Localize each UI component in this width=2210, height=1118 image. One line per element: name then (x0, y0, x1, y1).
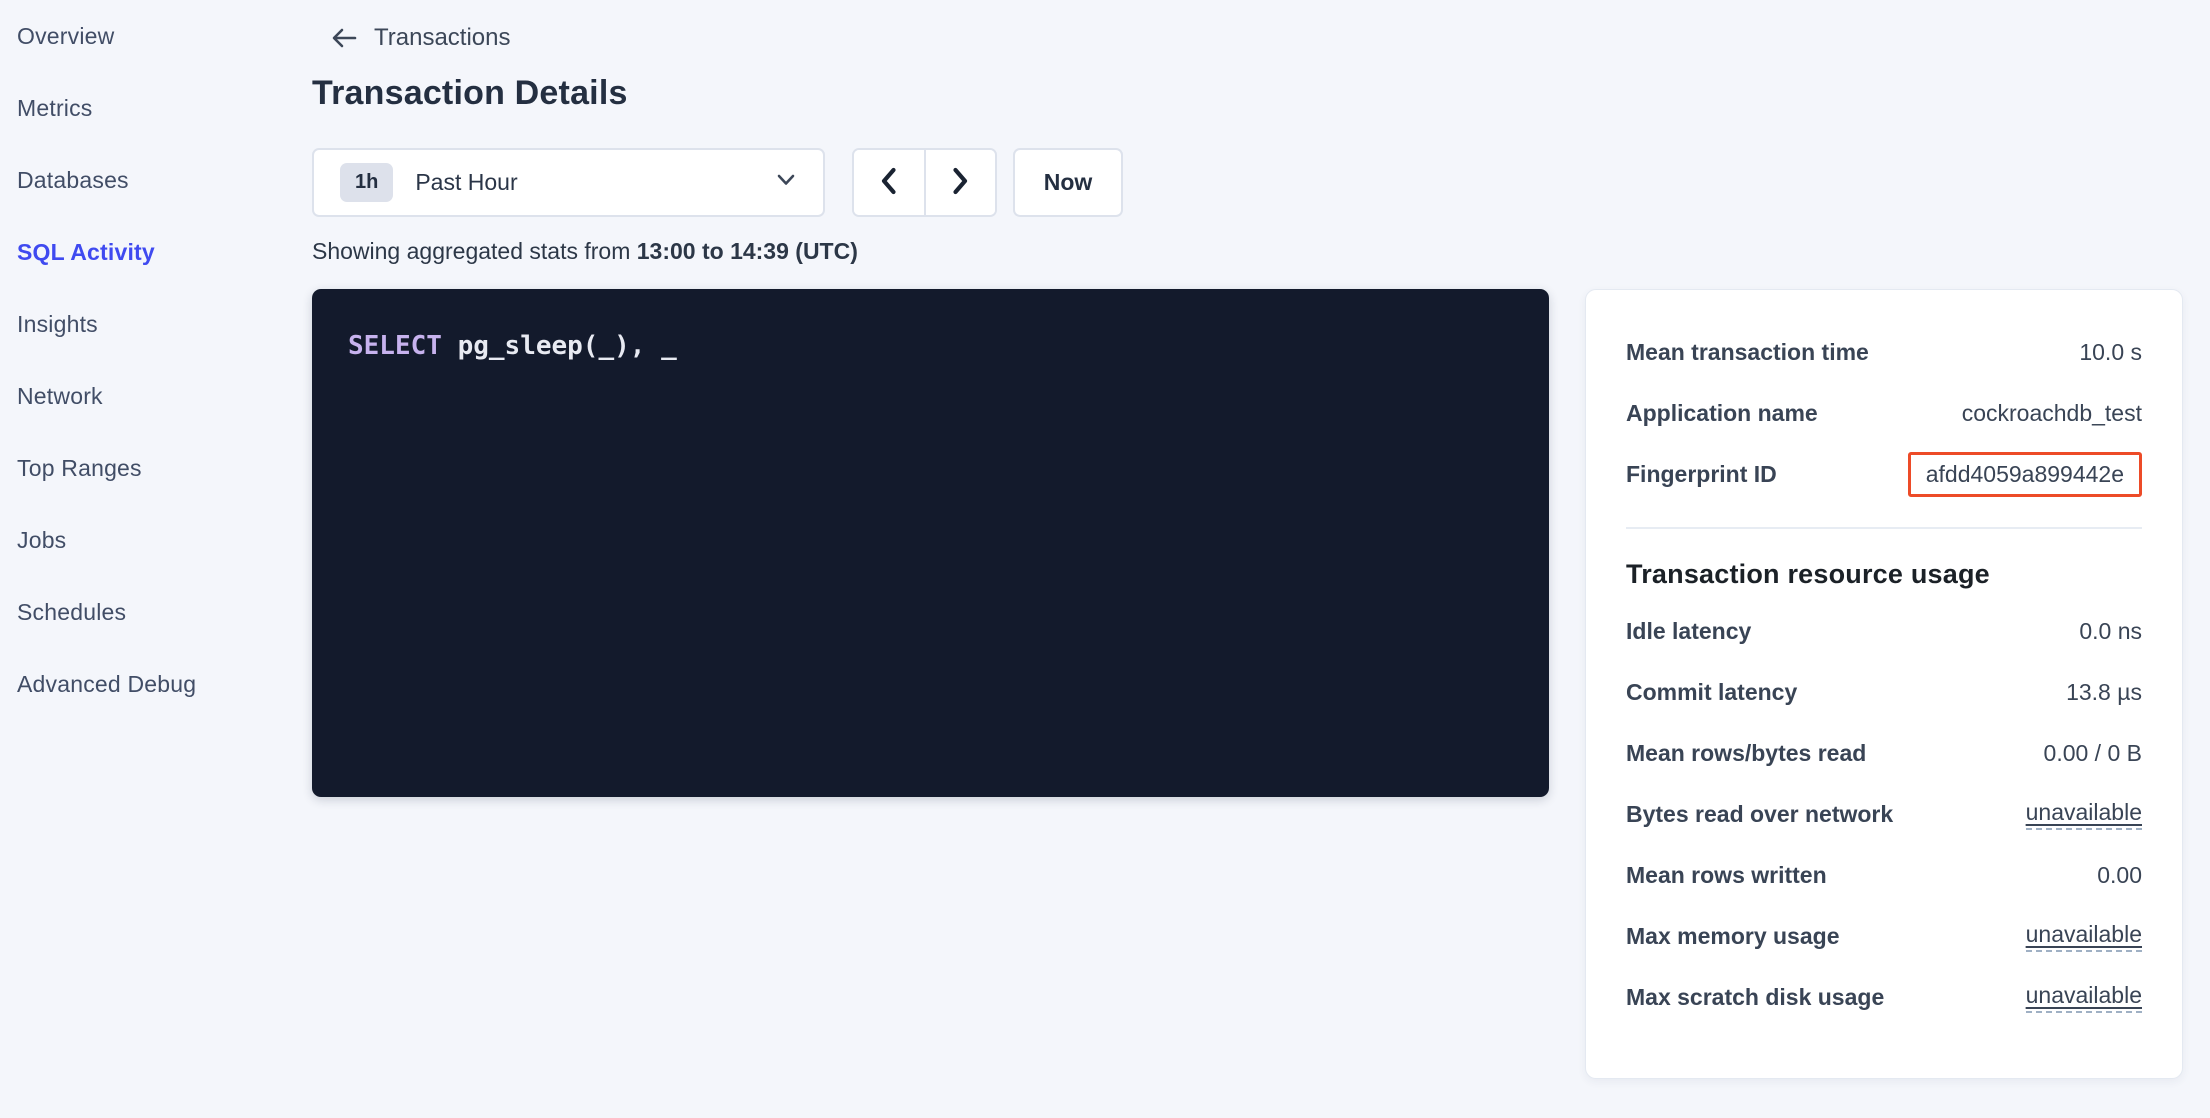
stats-line-range: 13:00 to 14:39 (UTC) (637, 238, 858, 264)
idle-latency-value: 0.0 ns (2079, 618, 2142, 645)
chevron-right-icon (948, 166, 972, 199)
application-name-value: cockroachdb_test (1962, 400, 2142, 427)
sidebar-item-schedules[interactable]: Schedules (0, 576, 300, 648)
sidebar-item-metrics[interactable]: Metrics (0, 72, 300, 144)
mean-rows-bytes-read-value: 0.00 / 0 B (2044, 740, 2142, 767)
back-arrow-icon (330, 26, 358, 50)
sidebar-item-advanced-debug[interactable]: Advanced Debug (0, 648, 300, 720)
sql-statement-box: SELECT pg_sleep(_), _ (312, 289, 1549, 797)
aggregated-stats-line: Showing aggregated stats from 13:00 to 1… (312, 238, 858, 265)
detail-label: Idle latency (1626, 618, 1751, 645)
next-interval-button[interactable] (926, 150, 996, 215)
sidebar-item-databases[interactable]: Databases (0, 144, 300, 216)
mean-transaction-time-row: Mean transaction time 10.0 s (1626, 322, 2142, 383)
chevron-left-icon (877, 166, 901, 199)
sidebar-item-insights[interactable]: Insights (0, 288, 300, 360)
commit-latency-value: 13.8 µs (2066, 679, 2142, 706)
card-divider (1626, 527, 2142, 529)
fingerprint-id-highlight: afdd4059a899442e (1908, 452, 2142, 497)
idle-latency-row: Idle latency 0.0 ns (1626, 601, 2142, 662)
now-button[interactable]: Now (1013, 148, 1123, 217)
application-name-row: Application name cockroachdb_test (1626, 383, 2142, 444)
fingerprint-id-row: Fingerprint ID afdd4059a899442e (1626, 444, 2142, 505)
time-range-label: Past Hour (415, 169, 773, 196)
page-title: Transaction Details (312, 74, 628, 113)
max-scratch-disk-usage-value[interactable]: unavailable (2026, 982, 2142, 1013)
mean-rows-bytes-read-row: Mean rows/bytes read 0.00 / 0 B (1626, 723, 2142, 784)
commit-latency-row: Commit latency 13.8 µs (1626, 662, 2142, 723)
sidebar-item-sql-activity[interactable]: SQL Activity (0, 216, 300, 288)
mean-transaction-time-value: 10.0 s (2079, 339, 2142, 366)
max-scratch-disk-usage-row: Max scratch disk usage unavailable (1626, 967, 2142, 1028)
time-range-badge: 1h (340, 163, 393, 202)
sql-keyword: SELECT (348, 331, 442, 361)
detail-label: Commit latency (1626, 679, 1797, 706)
resource-usage-section-title: Transaction resource usage (1626, 559, 2142, 590)
chevron-down-icon (773, 171, 799, 194)
detail-label: Mean rows/bytes read (1626, 740, 1866, 767)
detail-label: Fingerprint ID (1626, 461, 1777, 488)
breadcrumb-label: Transactions (374, 24, 511, 52)
detail-label: Bytes read over network (1626, 801, 1893, 828)
detail-label: Mean rows written (1626, 862, 1827, 889)
max-memory-usage-row: Max memory usage unavailable (1626, 906, 2142, 967)
previous-interval-button[interactable] (854, 150, 926, 215)
time-nav-group (852, 148, 997, 217)
sql-statement-text: pg_sleep(_), _ (442, 331, 677, 361)
mean-rows-written-value: 0.00 (2097, 862, 2142, 889)
bytes-read-over-network-row: Bytes read over network unavailable (1626, 784, 2142, 845)
resource-usage-rows: Idle latency 0.0 ns Commit latency 13.8 … (1626, 601, 2142, 1028)
sidebar-item-network[interactable]: Network (0, 360, 300, 432)
bytes-read-over-network-value[interactable]: unavailable (2026, 799, 2142, 830)
transaction-details-card: Mean transaction time 10.0 s Application… (1585, 289, 2183, 1079)
breadcrumb-back-link[interactable]: Transactions (330, 24, 511, 52)
detail-label: Max memory usage (1626, 923, 1839, 950)
time-range-dropdown[interactable]: 1h Past Hour (312, 148, 825, 217)
sidebar-item-jobs[interactable]: Jobs (0, 504, 300, 576)
sidebar-item-overview[interactable]: Overview (0, 0, 300, 72)
max-memory-usage-value[interactable]: unavailable (2026, 921, 2142, 952)
detail-label: Mean transaction time (1626, 339, 1869, 366)
sidebar: Overview Metrics Databases SQL Activity … (0, 0, 300, 720)
mean-rows-written-row: Mean rows written 0.00 (1626, 845, 2142, 906)
detail-label: Max scratch disk usage (1626, 984, 1884, 1011)
detail-label: Application name (1626, 400, 1818, 427)
sidebar-item-top-ranges[interactable]: Top Ranges (0, 432, 300, 504)
time-picker-row: 1h Past Hour Now (312, 148, 1123, 217)
stats-line-prefix: Showing aggregated stats from (312, 238, 637, 264)
